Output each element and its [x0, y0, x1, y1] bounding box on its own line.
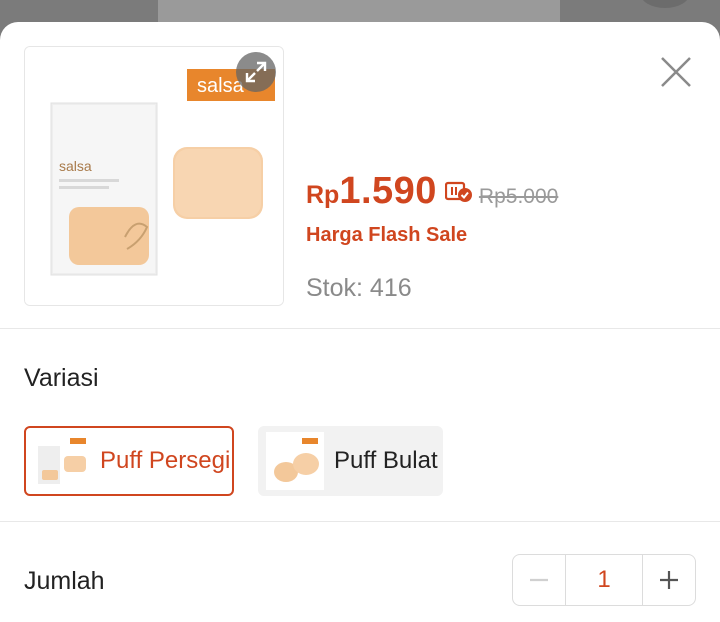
decrease-button[interactable]: [513, 555, 565, 605]
quantity-title: Jumlah: [24, 567, 105, 595]
price-currency: Rp: [306, 181, 340, 209]
plus-icon: [660, 571, 678, 589]
original-price: Rp5.000: [478, 185, 559, 208]
sale-price: 1.590: [339, 170, 437, 212]
divider: [0, 521, 720, 522]
divider: [0, 328, 720, 329]
minus-icon: [530, 578, 548, 582]
price-row: Rp 1.590 Rp5.000: [306, 170, 558, 213]
variant-option-puff-bulat[interactable]: Puff Bulat: [258, 426, 443, 496]
variation-title: Variasi: [24, 364, 99, 392]
background-button: [640, 0, 690, 8]
variant-option-puff-persegi[interactable]: Puff Persegi: [24, 426, 234, 496]
variant-thumbnail: [32, 432, 90, 490]
variant-bottom-sheet: salsa salsa Rp 1.590 Rp5.000 Harga Flash…: [0, 22, 720, 622]
coin-voucher-check-icon: [444, 181, 473, 203]
package-brand-text: salsa: [59, 158, 92, 174]
expand-image-button[interactable]: [236, 52, 276, 92]
increase-button[interactable]: [643, 555, 695, 605]
expand-arrows-icon: [245, 61, 267, 83]
stock-count: Stok: 416: [306, 274, 412, 302]
close-icon: [661, 57, 691, 87]
flash-sale-label: Harga Flash Sale: [306, 224, 468, 246]
variant-label: Puff Bulat: [334, 447, 438, 474]
quantity-stepper: 1: [512, 554, 696, 606]
variant-label: Puff Persegi: [100, 447, 231, 474]
close-button[interactable]: [654, 50, 698, 94]
quantity-value[interactable]: 1: [565, 555, 643, 605]
variant-thumbnail: [266, 432, 324, 490]
